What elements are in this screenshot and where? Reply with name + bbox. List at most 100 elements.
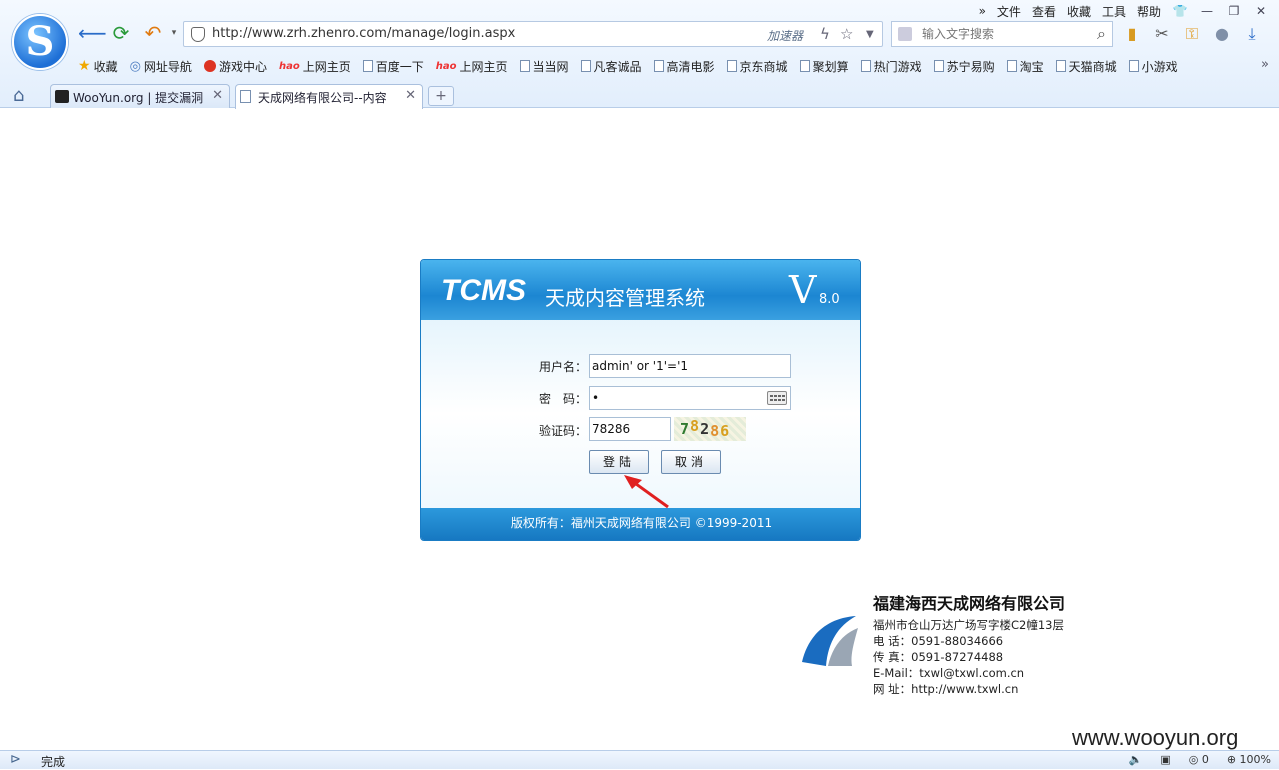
status-text: 完成	[41, 755, 66, 769]
tab-wooyun[interactable]: WooYun.org | 提交漏洞 ✕	[50, 84, 230, 108]
watermark: www.wooyun.org	[1072, 725, 1239, 750]
counter[interactable]: ◎ 0	[1189, 753, 1209, 766]
browser-logo-icon[interactable]	[12, 14, 68, 70]
bookmark-baidu[interactable]: 百度一下	[362, 58, 424, 75]
version-number: 8.0	[819, 292, 840, 307]
search-input[interactable]	[922, 25, 1082, 43]
lightning-icon[interactable]: ϟ	[820, 25, 830, 43]
undo-icon[interactable]: ↶	[142, 22, 164, 44]
menu-file[interactable]: 文件	[997, 3, 1021, 20]
version-letter: V	[789, 268, 817, 312]
shield-icon	[191, 27, 205, 42]
home-icon[interactable]: ⌂	[13, 85, 24, 106]
bookmark-movies[interactable]: 高清电影	[653, 58, 715, 75]
status-bar: ⊳ 完成 🔈 ▣ ◎ 0 ⊕ 100%	[0, 750, 1279, 769]
keyboard-icon[interactable]	[767, 391, 787, 405]
sidebar-toggle-icon[interactable]: ⊳	[10, 752, 21, 767]
toolbar-icons: ▮ ✂ ⚿ ● ⤓	[1122, 24, 1262, 44]
tab-tiancheng[interactable]: 天成网络有限公司--内容 ✕	[235, 84, 423, 109]
search-icon[interactable]: ⌕	[1097, 24, 1106, 44]
username-label: 用户名：	[539, 360, 588, 374]
minimize-icon[interactable]: —	[1199, 4, 1215, 18]
bookmark-mini-games[interactable]: 小游戏	[1128, 58, 1178, 75]
page-icon	[860, 60, 871, 72]
skin-icon[interactable]: 👕	[1172, 4, 1188, 18]
game-center-icon	[203, 60, 216, 72]
refresh-icon[interactable]: ⟳	[110, 22, 132, 44]
star-icon: ★	[78, 58, 91, 74]
bookmark-juhuasuan[interactable]: 聚划算	[799, 58, 849, 75]
bookmark-jd[interactable]: 京东商城	[726, 58, 788, 75]
bookmarks-more-icon[interactable]: »	[1261, 57, 1269, 72]
login-header: TCMS 天成内容管理系统 V 8.0	[421, 260, 860, 320]
undo-dropdown-icon[interactable]: ▾	[163, 22, 185, 44]
company-logo-icon	[802, 616, 858, 666]
bookmark-games[interactable]: 游戏中心	[203, 58, 267, 75]
tcms-brand: TCMS	[441, 274, 526, 307]
page-icon	[580, 60, 591, 72]
captcha-label: 验证码：	[539, 424, 588, 438]
menu-tools[interactable]: 工具	[1102, 3, 1126, 20]
hao-icon: hao	[435, 60, 457, 72]
search-box[interactable]: ⌕	[891, 21, 1113, 47]
login-button[interactable]: 登陆	[589, 450, 649, 474]
download-icon[interactable]: ⤓	[1242, 24, 1262, 44]
company-phone: 电 话：0591-88034666	[873, 634, 1004, 648]
bookmark-homepage-2[interactable]: hao 上网主页	[436, 58, 508, 75]
zoom-value: 100%	[1239, 753, 1271, 766]
cancel-button[interactable]: 取消	[661, 450, 721, 474]
page-icon	[1006, 60, 1017, 72]
page-icon	[1128, 60, 1139, 72]
page-icon	[519, 60, 530, 72]
page-favicon-icon	[240, 90, 251, 103]
menu-view[interactable]: 查看	[1032, 3, 1056, 20]
page-icon	[362, 60, 373, 72]
sidebar-icon[interactable]: ▮	[1122, 24, 1142, 44]
zoom[interactable]: ⊕ 100%	[1227, 753, 1271, 766]
company-info: 福建海西天成网络有限公司 福州市仓山万达广场写字楼C2幢13层 电 话：0591…	[873, 590, 1065, 697]
search-engine-icon[interactable]	[898, 27, 912, 41]
chat-icon[interactable]: ●	[1212, 24, 1232, 44]
bookmark-vancl[interactable]: 凡客诚品	[580, 58, 642, 75]
globe-icon: ◎	[129, 58, 141, 74]
page-icon	[653, 60, 664, 72]
security-icon[interactable]: ▣	[1160, 753, 1170, 766]
restore-icon[interactable]: ❐	[1226, 4, 1242, 18]
bookmark-nav[interactable]: ◎ 网址导航	[130, 58, 192, 75]
company-website: 网 址：http://www.txwl.cn	[873, 682, 1019, 696]
address-bar[interactable]: http://www.zrh.zhenro.com/manage/login.a…	[183, 21, 883, 47]
bookmark-tmall[interactable]: 天猫商城	[1055, 58, 1117, 75]
close-tab-icon[interactable]: ✕	[212, 88, 223, 103]
bookmark-suning[interactable]: 苏宁易购	[933, 58, 995, 75]
page-icon	[933, 60, 944, 72]
tab-label: 天成网络有限公司--内容	[258, 91, 387, 105]
key-icon[interactable]: ⚿	[1182, 24, 1202, 44]
bookmark-hot-games[interactable]: 热门游戏	[860, 58, 922, 75]
username-field[interactable]	[589, 354, 791, 378]
star-icon[interactable]: ☆	[840, 25, 853, 43]
volume-icon[interactable]: 🔈	[1129, 753, 1143, 766]
address-url[interactable]: http://www.zrh.zhenro.com/manage/login.a…	[212, 26, 515, 41]
bookmark-dangdang[interactable]: 当当网	[519, 58, 569, 75]
address-dropdown-icon[interactable]: ▼	[866, 29, 874, 40]
more-icon[interactable]: »	[979, 4, 986, 18]
scissors-icon[interactable]: ✂	[1152, 24, 1172, 44]
red-arrow-annotation	[624, 475, 669, 509]
bookmark-favorites[interactable]: ★ 收藏	[78, 58, 118, 75]
close-tab-icon[interactable]: ✕	[401, 88, 416, 103]
password-field[interactable]	[589, 386, 791, 410]
hao-icon: hao	[278, 60, 300, 72]
new-tab-button[interactable]: +	[428, 86, 454, 106]
bookmark-homepage[interactable]: hao 上网主页	[279, 58, 351, 75]
browser-chrome: » 文件 查看 收藏 工具 帮助 👕 — ❐ ✕ ⟵ ⟳ ↶ ▾ http://…	[0, 0, 1279, 109]
accelerator-button[interactable]: 加速器	[767, 27, 803, 44]
back-arrow-icon[interactable]: ⟵	[78, 22, 107, 44]
company-email: E-Mail：txwl@txwl.com.cn	[873, 666, 1025, 680]
menu-help[interactable]: 帮助	[1137, 3, 1161, 20]
wooyun-favicon-icon	[55, 90, 69, 103]
close-window-icon[interactable]: ✕	[1253, 4, 1269, 18]
menu-favorites[interactable]: 收藏	[1067, 3, 1091, 20]
captcha-image[interactable]: 78286	[674, 417, 746, 441]
bookmark-taobao[interactable]: 淘宝	[1006, 58, 1044, 75]
captcha-field[interactable]	[589, 417, 671, 441]
